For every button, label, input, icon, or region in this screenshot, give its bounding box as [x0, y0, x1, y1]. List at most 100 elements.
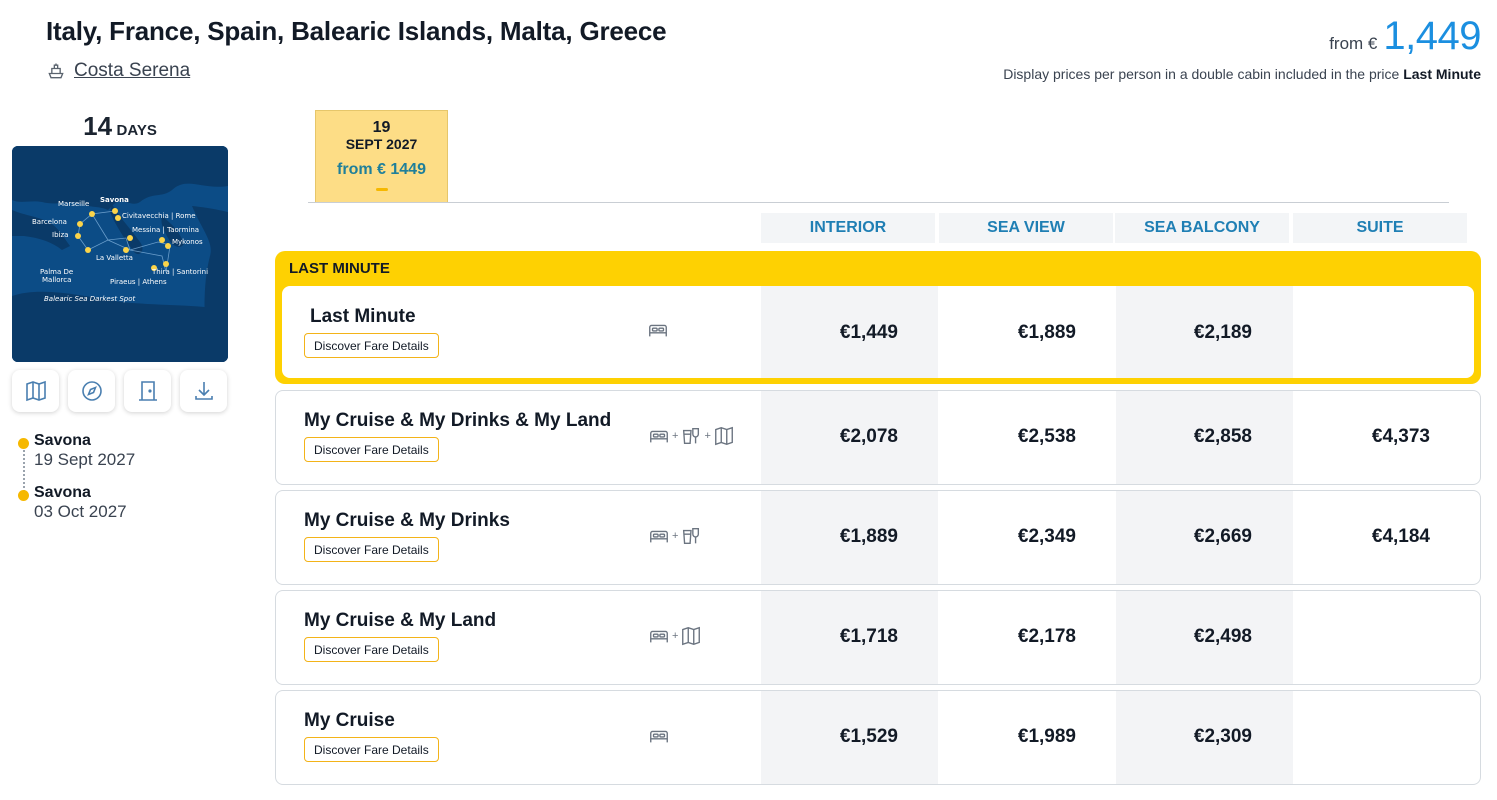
- fare-name: Last Minute: [310, 306, 416, 327]
- price-sea-balcony[interactable]: €2,309: [1122, 726, 1252, 748]
- plus-icon: +: [704, 430, 711, 442]
- duration: 14 DAYS: [12, 111, 228, 142]
- discover-fare-button[interactable]: Discover Fare Details: [304, 333, 439, 358]
- stop-port: Savona: [34, 432, 91, 449]
- plus-icon: +: [672, 530, 679, 542]
- price-sea-view[interactable]: €1,989: [946, 726, 1076, 748]
- price-from-label: from €: [1329, 34, 1378, 53]
- bed-icon: [650, 730, 668, 743]
- compass-icon: [81, 381, 102, 401]
- map-label-savona: Savona: [100, 196, 129, 204]
- date-tab-price: from € 1449: [337, 161, 426, 178]
- discover-fare-button[interactable]: Discover Fare Details: [304, 637, 439, 662]
- itinerary-stop: Savona 03 Oct 2027: [16, 484, 135, 536]
- discover-fare-button[interactable]: Discover Fare Details: [304, 737, 439, 762]
- map-label-thira: Thira | Santorini: [151, 268, 208, 276]
- stop-date: 03 Oct 2027: [34, 502, 127, 521]
- fare-row-cruise-drinks[interactable]: My Cruise & My Drinks Discover Fare Deta…: [275, 490, 1481, 585]
- itinerary: Savona 19 Sept 2027 Savona 03 Oct 2027: [16, 432, 135, 536]
- fare-icons: [648, 725, 670, 747]
- last-minute-label: LAST MINUTE: [289, 260, 390, 277]
- map-icon: [714, 426, 733, 446]
- map-label-mykonos: Mykonos: [172, 238, 203, 246]
- price-sea-balcony[interactable]: €2,858: [1122, 426, 1252, 448]
- map-label-valletta: La Valletta: [96, 254, 133, 262]
- price-from-value: 1,449: [1383, 14, 1481, 58]
- column-sea-view: SEA VIEW: [939, 213, 1113, 243]
- price-sea-balcony[interactable]: €2,498: [1122, 626, 1252, 648]
- fare-name: My Cruise & My Drinks & My Land: [304, 410, 612, 431]
- price-interior[interactable]: €1,718: [768, 626, 898, 648]
- fare-icons: [647, 319, 669, 341]
- plus-icon: +: [672, 430, 679, 442]
- price-interior[interactable]: €1,529: [768, 726, 898, 748]
- map-icon: [25, 380, 46, 402]
- fare-name: My Cruise: [304, 710, 395, 731]
- compass-button[interactable]: [68, 370, 115, 412]
- price-note-fare: Last Minute: [1403, 66, 1481, 82]
- last-minute-section: LAST MINUTE Last Minute Discover Fare De…: [275, 251, 1481, 384]
- fare-name: My Cruise & My Land: [304, 610, 497, 631]
- map-label-palma-2: Mallorca: [42, 276, 71, 284]
- door-button[interactable]: [124, 370, 171, 412]
- price-sea-view[interactable]: €2,178: [946, 626, 1076, 648]
- date-tab-day: 19: [372, 119, 391, 136]
- price-sea-view[interactable]: €1,889: [946, 322, 1076, 344]
- download-button[interactable]: [180, 370, 227, 412]
- price-sea-view[interactable]: €2,538: [946, 426, 1076, 448]
- door-icon: [138, 381, 157, 401]
- column-interior: INTERIOR: [761, 213, 935, 243]
- fare-icons: +: [648, 525, 702, 547]
- map-label-marseille: Marseille: [58, 200, 89, 208]
- plus-icon: +: [672, 630, 679, 642]
- bed-icon: [650, 530, 668, 543]
- price-interior[interactable]: €1,889: [768, 526, 898, 548]
- map-label-balearic: Balearic Sea Darkest Spot: [44, 295, 135, 303]
- drinks-icon: [683, 527, 700, 545]
- map-label-messina: Messina | Taormina: [132, 226, 199, 234]
- column-suite: SUITE: [1293, 213, 1467, 243]
- fare-row-cruise[interactable]: My Cruise Discover Fare Details €1,529 €…: [275, 690, 1481, 785]
- price-sea-view[interactable]: €2,349: [946, 526, 1076, 548]
- price-interior[interactable]: €2,078: [768, 426, 898, 448]
- price-note: Display prices per person in a double ca…: [1003, 66, 1481, 82]
- discover-fare-button[interactable]: Discover Fare Details: [304, 537, 439, 562]
- drinks-icon: [683, 427, 700, 445]
- price-suite[interactable]: €4,184: [1300, 526, 1430, 548]
- map-label-piraeus: Piraeus | Athens: [110, 278, 167, 286]
- column-sea-balcony: SEA BALCONY: [1115, 213, 1289, 243]
- stop-dot: [18, 490, 29, 501]
- price-sea-balcony[interactable]: €2,189: [1122, 322, 1252, 344]
- date-tab-month: SEPT 2027: [345, 136, 418, 152]
- date-tab-selected[interactable]: 19 SEPT 2027 from € 1449: [315, 110, 448, 203]
- days-label: DAYS: [116, 122, 157, 139]
- fare-row-last-minute[interactable]: Last Minute Discover Fare Details €1,449…: [282, 286, 1474, 378]
- price-note-text: Display prices per person in a double ca…: [1003, 66, 1400, 82]
- discover-fare-button[interactable]: Discover Fare Details: [304, 437, 439, 462]
- map-label-civitavecchia: Civitavecchia | Rome: [122, 212, 196, 220]
- bed-icon: [650, 430, 668, 443]
- map-label-ibiza: Ibiza: [52, 231, 68, 239]
- price-interior[interactable]: €1,449: [768, 322, 898, 344]
- map-view-button[interactable]: [12, 370, 59, 412]
- itinerary-map[interactable]: Savona Marseille Civitavecchia | Rome Ba…: [12, 146, 228, 362]
- price-sea-balcony[interactable]: €2,669: [1122, 526, 1252, 548]
- itinerary-stop: Savona 19 Sept 2027: [16, 432, 135, 484]
- map-label-barcelona: Barcelona: [32, 218, 67, 226]
- map-graphic: Savona Marseille Civitavecchia | Rome Ba…: [12, 146, 228, 362]
- ship-link[interactable]: Costa Serena: [46, 60, 190, 82]
- map-tools: [12, 370, 227, 412]
- ship-name[interactable]: Costa Serena: [74, 60, 190, 82]
- fare-icons: +: [648, 625, 702, 647]
- tab-divider: [308, 202, 1449, 203]
- price-suite[interactable]: €4,373: [1300, 426, 1430, 448]
- selected-indicator: [375, 188, 388, 191]
- bed-icon: [650, 630, 668, 643]
- ship-icon: [48, 63, 64, 79]
- page-title: Italy, France, Spain, Balearic Islands, …: [46, 16, 667, 46]
- days-number: 14: [83, 111, 113, 141]
- bed-icon: [649, 324, 667, 337]
- fare-row-cruise-drinks-land[interactable]: My Cruise & My Drinks & My Land Discover…: [275, 390, 1481, 485]
- map-icon: [682, 626, 701, 646]
- fare-row-cruise-land[interactable]: My Cruise & My Land Discover Fare Detail…: [275, 590, 1481, 685]
